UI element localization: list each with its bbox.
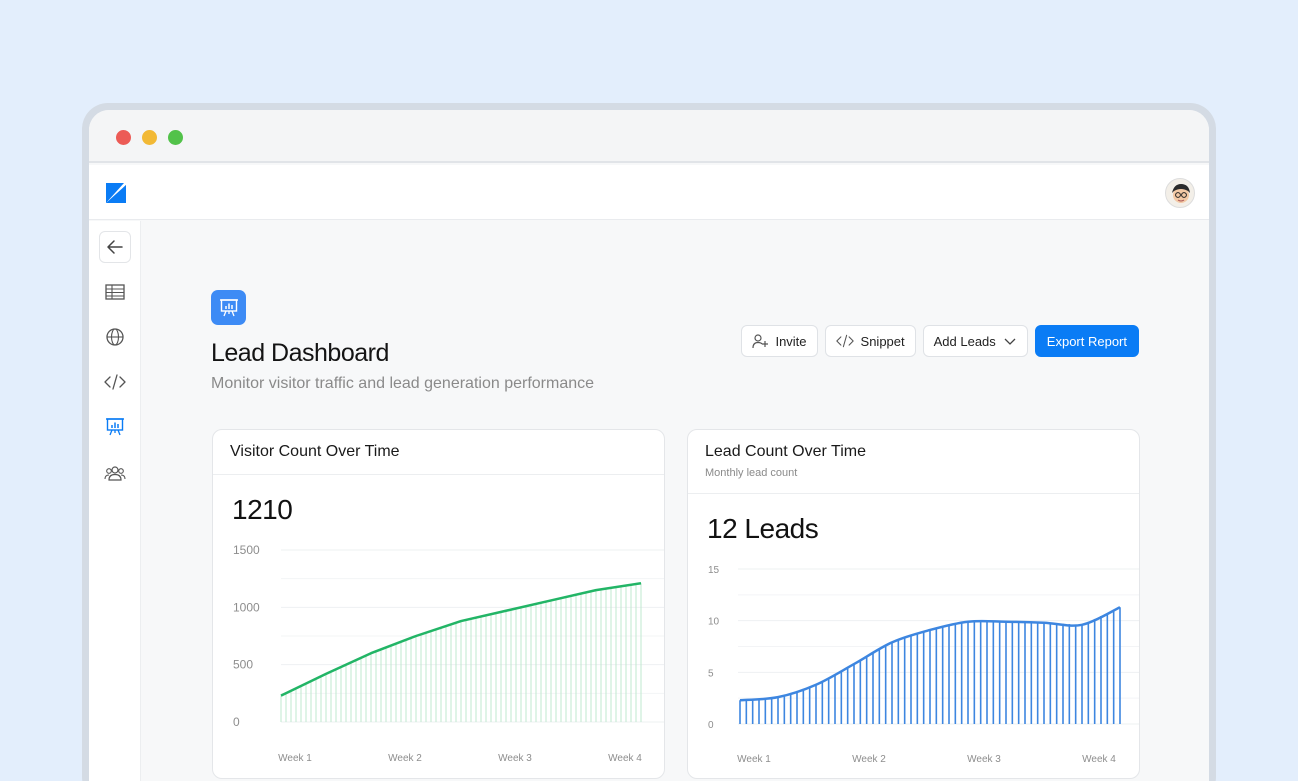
visitor-card-title: Visitor Count Over Time xyxy=(230,443,400,460)
arrow-left-icon xyxy=(107,240,123,254)
y-tick-label: 1500 xyxy=(233,543,260,557)
lead-card-title: Lead Count Over Time xyxy=(705,443,866,460)
y-tick-label: 0 xyxy=(233,715,240,729)
sidebar-item-tables[interactable] xyxy=(99,276,131,308)
x-tick-label: Week 4 xyxy=(1082,754,1116,765)
x-tick-label: Week 2 xyxy=(852,754,886,765)
x-tick-label: Week 2 xyxy=(388,753,422,764)
x-tick-label: Week 3 xyxy=(498,753,532,764)
window-titlebar xyxy=(89,110,1209,163)
lead-card-description: Monthly lead count xyxy=(705,467,798,479)
lead-count-value: 12 Leads xyxy=(707,513,819,544)
presentation-chart-icon xyxy=(106,418,124,436)
visitor-count-card: Visitor Count Over Time 1210 0 500 1000 150… xyxy=(212,429,665,779)
table-icon xyxy=(105,284,125,300)
action-toolbar: Invite Snippet Add Leads Export Report xyxy=(741,325,1139,357)
export-report-button[interactable]: Export Report xyxy=(1034,325,1139,357)
x-tick-label: Week 4 xyxy=(608,753,642,764)
main-content: Lead Dashboard Monitor visitor traffic a… xyxy=(142,221,1209,781)
user-plus-icon xyxy=(752,334,769,349)
y-tick-label: 500 xyxy=(233,658,253,672)
snippet-button[interactable]: Snippet xyxy=(824,325,916,357)
x-tick-label: Week 1 xyxy=(737,754,771,765)
add-leads-label: Add Leads xyxy=(933,333,996,349)
window-content: Lead Dashboard Monitor visitor traffic a… xyxy=(89,110,1209,781)
presentation-chart-icon xyxy=(219,298,238,316)
add-leads-dropdown[interactable]: Add Leads xyxy=(922,325,1028,357)
avatar-face-icon xyxy=(1172,184,1190,203)
visitor-count-chart: 0 500 1000 1500 Week 1 Week 2 Week 3 Week 4 xyxy=(233,543,664,764)
back-button[interactable] xyxy=(99,231,131,263)
lead-count-card: Lead Count Over Time Monthly lead count … xyxy=(687,429,1140,779)
sidebar-item-code[interactable] xyxy=(99,366,131,398)
lead-count-chart: 0 5 10 15 Week 1 Week 2 Week 3 Week 4 xyxy=(708,565,1139,765)
users-icon xyxy=(104,466,126,481)
browser-window: Lead Dashboard Monitor visitor traffic a… xyxy=(82,103,1216,781)
app-header xyxy=(89,165,1209,220)
page-icon xyxy=(211,290,246,325)
sidebar-item-sites[interactable] xyxy=(99,321,131,353)
y-tick-label: 0 xyxy=(708,720,714,731)
x-tick-label: Week 3 xyxy=(967,754,1001,765)
user-avatar[interactable] xyxy=(1165,178,1195,208)
snippet-label: Snippet xyxy=(860,333,905,349)
y-tick-label: 1000 xyxy=(233,600,260,614)
app-logo-icon[interactable] xyxy=(106,183,126,203)
close-window-button[interactable] xyxy=(116,130,131,145)
sidebar-item-dashboard[interactable] xyxy=(99,411,131,443)
y-tick-label: 15 xyxy=(708,565,720,576)
sidebar-item-users[interactable] xyxy=(99,457,131,489)
page-subtitle: Monitor visitor traffic and lead generat… xyxy=(211,375,595,392)
code-icon xyxy=(835,334,854,348)
invite-label: Invite xyxy=(775,333,807,349)
minimize-window-button[interactable] xyxy=(142,130,157,145)
chevron-down-icon xyxy=(1004,338,1016,345)
visitor-count-value: 1210 xyxy=(232,494,293,525)
sidebar xyxy=(89,221,141,781)
lead-card-header: Lead Count Over Time Monthly lead count xyxy=(688,430,1139,494)
visitor-card-header: Visitor Count Over Time xyxy=(213,430,664,475)
maximize-window-button[interactable] xyxy=(168,130,183,145)
x-tick-label: Week 1 xyxy=(278,753,312,764)
y-tick-label: 10 xyxy=(708,617,720,628)
page-title: Lead Dashboard xyxy=(211,339,389,367)
code-icon xyxy=(104,374,126,390)
y-tick-label: 5 xyxy=(708,668,714,679)
invite-button[interactable]: Invite xyxy=(741,325,818,357)
globe-icon xyxy=(106,328,124,346)
